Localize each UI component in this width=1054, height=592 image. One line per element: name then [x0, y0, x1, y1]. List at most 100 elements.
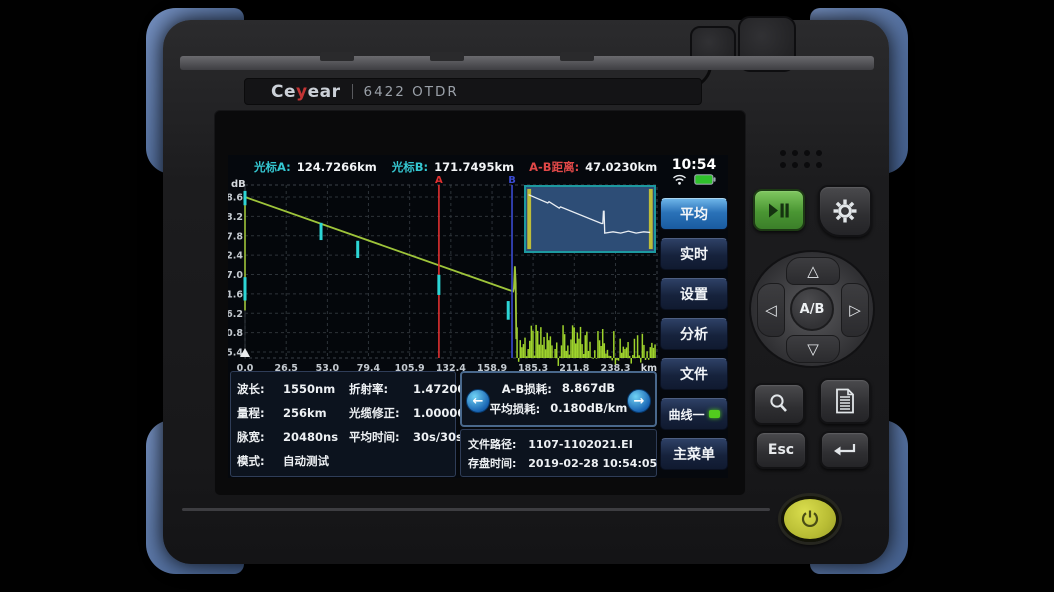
clock-area: 10:54	[660, 157, 728, 185]
magnifier-icon	[768, 393, 790, 415]
param-value: 30s/30s	[413, 430, 465, 444]
save-time-value: 2019-02-28 10:54:05	[528, 457, 657, 470]
softkey-realtime[interactable]: 实时	[660, 238, 728, 270]
softkey-column: 平均 实时 设置 分析 文件 曲线一 主菜单	[660, 198, 728, 478]
avg-loss-label: 平均损耗:	[490, 401, 541, 417]
otdr-device: Ceyear 6422 OTDR 光标A: 124.7266km 光标B: 17…	[0, 0, 1054, 592]
document-icon	[834, 388, 856, 414]
next-event-button[interactable]: →	[627, 389, 651, 413]
right-arrow-icon: →	[634, 394, 645, 409]
svg-text:10.8: 10.8	[228, 328, 243, 339]
arrow-left-icon: ◁	[765, 301, 777, 319]
event-marker	[437, 275, 440, 295]
zoom-button[interactable]	[753, 383, 805, 425]
clock-time: 10:54	[660, 157, 728, 173]
svg-text:dB: dB	[231, 179, 246, 190]
trace-overview-inset	[524, 185, 656, 253]
softkey-main-menu[interactable]: 主菜单	[660, 438, 728, 470]
cursor-b-value: 171.7495km	[434, 160, 514, 174]
param-label: 量程:	[237, 405, 283, 421]
brand-logo: Ceyear	[271, 82, 341, 102]
event-marker	[244, 191, 247, 205]
param-label: 波长:	[237, 381, 283, 397]
ab-distance-label: A-B距离:	[529, 159, 579, 175]
power-button[interactable]	[781, 496, 839, 542]
param-value: 自动测试	[283, 453, 349, 469]
softkey-trace-one[interactable]: 曲线一	[660, 398, 728, 430]
svg-text:B: B	[508, 175, 516, 186]
svg-text:48.6: 48.6	[228, 193, 243, 204]
param-label: 平均时间:	[349, 429, 413, 445]
model-label: 6422 OTDR	[364, 84, 459, 100]
dpad-right-button[interactable]: ▷	[841, 283, 869, 337]
cursor-a-label: 光标A:	[254, 159, 291, 175]
measurement-params-panel: 波长: 1550nm 折射率: 1.47200 量程: 256km 光缆修正: …	[230, 371, 456, 477]
save-time-label: 存盘时间:	[468, 457, 516, 470]
event-marker	[507, 301, 510, 320]
arrow-up-icon: △	[807, 262, 819, 280]
top-tab	[560, 52, 594, 61]
case-seam	[182, 508, 770, 511]
run-stop-button[interactable]	[753, 189, 805, 231]
setup-button[interactable]	[818, 185, 872, 237]
svg-text:21.6: 21.6	[228, 289, 243, 300]
power-icon	[800, 509, 820, 529]
ab-loss-panel: ← A-B损耗: 8.867dB 平均损耗: 0.180dB/km →	[460, 371, 657, 427]
ab-cursor-button[interactable]: A/B	[790, 287, 834, 331]
dpad-left-button[interactable]: ◁	[757, 283, 785, 337]
trace-led-indicator	[709, 410, 720, 418]
lcd-screen: 光标A: 124.7266km 光标B: 171.7495km A-B距离: 4…	[228, 155, 728, 478]
wifi-icon	[672, 174, 687, 185]
file-path-row: 文件路径: 1107-1102021.EI	[468, 435, 656, 454]
softkey-settings[interactable]: 设置	[660, 278, 728, 310]
param-value: 20480ns	[283, 430, 349, 444]
arrow-right-icon: ▷	[849, 301, 861, 319]
cursor-a-value: 124.7266km	[297, 160, 377, 174]
ab-loss-label: A-B损耗:	[502, 381, 552, 397]
gear-icon	[832, 198, 858, 224]
param-label: 折射率:	[349, 381, 413, 397]
ab-distance-value: 47.0230km	[585, 160, 657, 174]
play-pause-icon	[768, 203, 790, 218]
enter-icon	[833, 442, 857, 458]
dpad: △ ▽ ◁ ▷ A/B	[749, 250, 875, 368]
battery-icon	[694, 174, 716, 185]
top-tab	[320, 52, 354, 61]
file-path-label: 文件路径:	[468, 438, 516, 451]
brand-plate: Ceyear 6422 OTDR	[244, 78, 702, 105]
dpad-down-button[interactable]: ▽	[786, 335, 840, 363]
param-label: 脉宽:	[237, 429, 283, 445]
svg-text:37.8: 37.8	[228, 231, 243, 242]
top-tab	[430, 52, 464, 61]
softkey-analysis[interactable]: 分析	[660, 318, 728, 350]
prev-event-button[interactable]: ←	[466, 389, 490, 413]
event-marker	[244, 277, 247, 300]
cursor-b-label: 光标B:	[392, 159, 428, 175]
param-value: 1.47200	[413, 382, 465, 396]
svg-text:43.2: 43.2	[228, 212, 243, 223]
avg-loss-value: 0.180dB/km	[550, 401, 627, 417]
file-button[interactable]	[819, 378, 871, 424]
svg-text:A: A	[435, 175, 443, 186]
svg-text:27.0: 27.0	[228, 270, 243, 281]
brand-divider	[352, 84, 353, 99]
esc-button[interactable]: Esc	[755, 431, 807, 469]
enter-button[interactable]	[820, 431, 870, 469]
file-path-value: 1107-1102021.EI	[528, 438, 633, 451]
file-info-panel: 文件路径: 1107-1102021.EI 存盘时间: 2019-02-28 1…	[460, 429, 657, 477]
event-marker	[356, 241, 359, 258]
dpad-up-button[interactable]: △	[786, 257, 840, 285]
param-value: 1550nm	[283, 382, 349, 396]
param-label: 光缆修正:	[349, 405, 413, 421]
param-label: 模式:	[237, 453, 283, 469]
param-value: 1.00000	[413, 406, 465, 420]
left-arrow-icon: ←	[473, 394, 484, 409]
svg-text:16.2: 16.2	[228, 309, 243, 320]
softkey-average[interactable]: 平均	[660, 198, 728, 230]
svg-text:32.4: 32.4	[228, 251, 243, 262]
top-edge-strip	[180, 56, 874, 70]
ab-loss-value: 8.867dB	[562, 381, 615, 397]
event-marker	[320, 223, 323, 240]
speaker-grille	[780, 150, 822, 168]
softkey-file[interactable]: 文件	[660, 358, 728, 390]
